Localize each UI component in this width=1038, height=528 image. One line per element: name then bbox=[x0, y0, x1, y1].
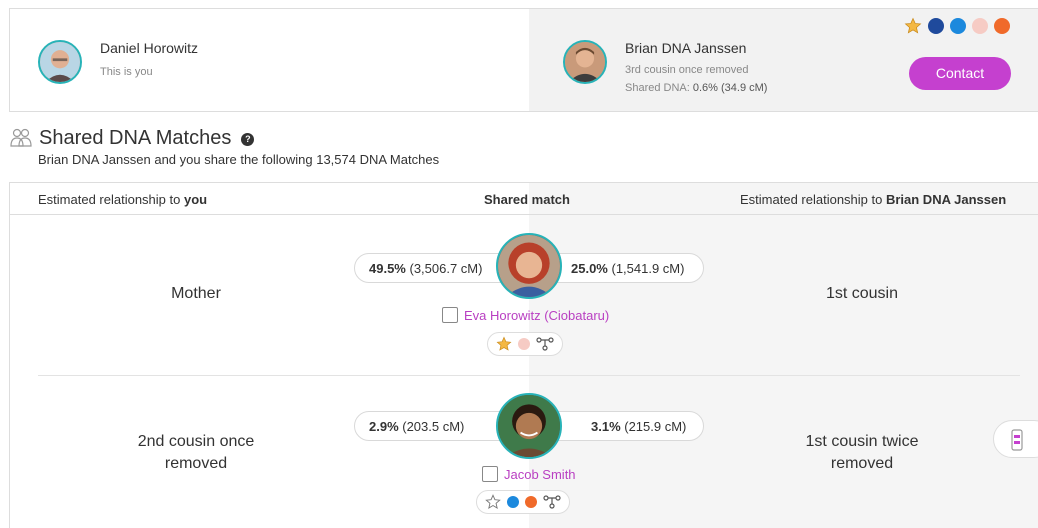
row1-right-cm: (1,541.9 cM) bbox=[607, 261, 685, 276]
row2-rel-other: 1st cousin twice removed bbox=[752, 431, 972, 475]
row2-match-name-wrap: Jacob Smith bbox=[482, 466, 576, 482]
row1-match-photo[interactable] bbox=[496, 233, 562, 299]
header-shared-match: Shared match bbox=[484, 192, 570, 207]
section-title: Shared DNA Matches bbox=[39, 126, 232, 149]
row1-left-pct: 49.5% bbox=[369, 261, 406, 276]
row2-left-pct: 2.9% bbox=[369, 419, 399, 434]
row2-left-cm: (203.5 cM) bbox=[398, 419, 465, 434]
user-avatar[interactable] bbox=[38, 40, 82, 84]
row2-rel-other-line1: 1st cousin twice bbox=[805, 433, 919, 450]
match-relationship: 3rd cousin once removed bbox=[625, 64, 749, 76]
row1-right-pct: 25.0% bbox=[571, 261, 608, 276]
row2-match-photo[interactable] bbox=[496, 393, 562, 459]
star-icon[interactable] bbox=[904, 17, 922, 35]
table-header: Estimated relationship to you Shared mat… bbox=[10, 183, 1038, 215]
row2-tag-dot-1[interactable] bbox=[525, 496, 537, 508]
dot-pink[interactable] bbox=[972, 18, 988, 34]
dot-orange[interactable] bbox=[994, 18, 1010, 34]
header-rel-you: Estimated relationship to you bbox=[38, 192, 207, 207]
section-header: Shared DNA Matches ? bbox=[9, 126, 255, 150]
row2-rel-you: 2nd cousin once removed bbox=[86, 431, 306, 475]
section-description: Brian DNA Janssen and you share the foll… bbox=[38, 152, 440, 167]
dot-blue[interactable] bbox=[950, 18, 966, 34]
user-panel: Daniel Horowitz This is you bbox=[10, 9, 529, 111]
row1-match-name[interactable]: Eva Horowitz (Ciobataru) bbox=[464, 308, 609, 323]
user-photo-icon bbox=[40, 42, 80, 82]
row1-tree-icon[interactable] bbox=[536, 337, 554, 351]
row1-match-name-wrap: Eva Horowitz (Ciobataru) bbox=[442, 307, 609, 323]
match-header-card: Daniel Horowitz This is you Brian DNA Ja… bbox=[9, 8, 1038, 112]
row2-person-photo-icon bbox=[498, 395, 560, 457]
shared-dna-value: 0.6% (34.9 cM) bbox=[692, 82, 768, 94]
row2-right-cm: (215.9 cM) bbox=[620, 419, 687, 434]
shared-matches-table: Estimated relationship to you Shared mat… bbox=[9, 182, 1038, 528]
row1-star-icon[interactable] bbox=[496, 336, 512, 352]
user-subtitle: This is you bbox=[100, 66, 153, 78]
row2-right-pct: 3.1% bbox=[591, 419, 621, 434]
row1-left-dna: 49.5% (3,506.7 cM) bbox=[369, 261, 482, 276]
match-photo-icon bbox=[565, 42, 605, 82]
row1-person-photo-icon bbox=[498, 235, 560, 297]
row2-tag-dot-0[interactable] bbox=[507, 496, 519, 508]
dot-navy[interactable] bbox=[928, 18, 944, 34]
row1-right-dna: 25.0% (1,541.9 cM) bbox=[571, 261, 684, 276]
row2-rel-you-line2: removed bbox=[164, 455, 228, 472]
row1-tag-dot-0[interactable] bbox=[518, 338, 530, 350]
row2-tree-icon[interactable] bbox=[543, 495, 561, 509]
side-widget[interactable] bbox=[993, 420, 1038, 458]
row1-rel-you: Mother bbox=[171, 285, 221, 302]
row-divider bbox=[38, 375, 1020, 376]
header-rel-you-prefix: Estimated relationship to bbox=[38, 192, 184, 207]
table-right-shade bbox=[529, 183, 1038, 528]
row1-left-cm: (3,506.7 cM) bbox=[405, 261, 483, 276]
row2-rel-you-line1: 2nd cousin once bbox=[137, 433, 255, 450]
row2-match-name[interactable]: Jacob Smith bbox=[504, 467, 576, 482]
dna-widget-icon bbox=[1011, 429, 1023, 451]
header-rel-other-bold: Brian DNA Janssen bbox=[885, 192, 1007, 207]
row2-tag-box bbox=[476, 490, 570, 514]
row1-rel-other: 1st cousin bbox=[825, 285, 899, 302]
match-shared-dna: Shared DNA: 0.6% (34.9 cM) bbox=[625, 82, 767, 94]
contact-button[interactable]: Contact bbox=[909, 57, 1011, 90]
header-rel-other-prefix: Estimated relationship to bbox=[740, 192, 886, 207]
help-icon[interactable]: ? bbox=[241, 133, 255, 146]
match-avatar[interactable] bbox=[563, 40, 607, 84]
header-rel-other: Estimated relationship to Brian DNA Jans… bbox=[740, 192, 1006, 207]
row2-left-dna: 2.9% (203.5 cM) bbox=[369, 419, 464, 434]
row1-tag-box bbox=[487, 332, 563, 356]
row2-right-dna: 3.1% (215.9 cM) bbox=[591, 419, 686, 434]
row2-star-outline-icon[interactable] bbox=[485, 494, 501, 510]
filter-dots bbox=[904, 17, 1010, 35]
match-name[interactable]: Brian DNA Janssen bbox=[625, 40, 746, 56]
user-name: Daniel Horowitz bbox=[100, 40, 199, 56]
row2-select-checkbox[interactable] bbox=[482, 466, 498, 482]
shared-dna-label: Shared DNA: bbox=[625, 82, 690, 94]
header-rel-you-bold: you bbox=[183, 192, 208, 207]
row1-select-checkbox[interactable] bbox=[442, 307, 458, 323]
row2-rel-other-line2: removed bbox=[830, 455, 894, 472]
people-icon bbox=[10, 128, 32, 147]
